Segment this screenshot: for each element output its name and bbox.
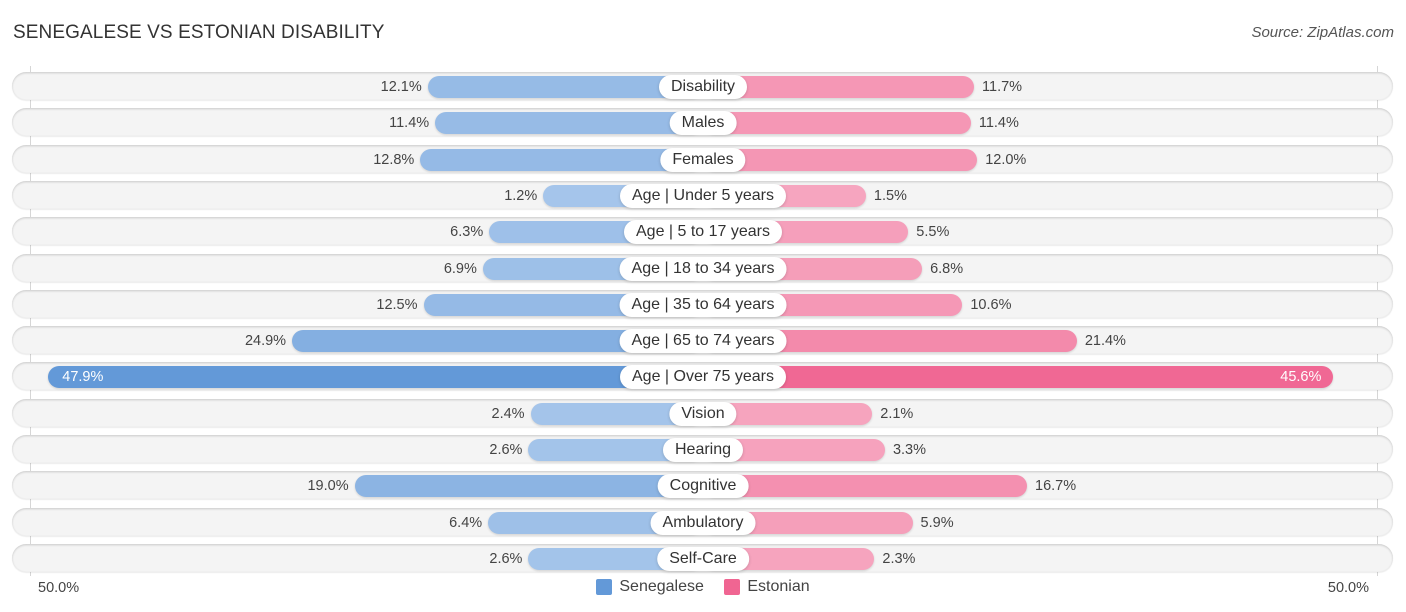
- value-label-estonian: 5.9%: [920, 514, 954, 531]
- value-label-estonian: 45.6%: [1280, 369, 1322, 386]
- legend-swatch-senegalese: [596, 579, 613, 595]
- bar-senegalese[interactable]: [435, 112, 703, 135]
- legend-swatch-estonian: [724, 579, 741, 595]
- value-label-senegalese: 47.9%: [62, 369, 104, 386]
- chart-row: 2.6% 2.3% Self-Care: [12, 543, 1393, 574]
- value-label-senegalese: 6.9%: [443, 260, 477, 277]
- value-label-estonian: 6.8%: [930, 260, 964, 277]
- value-label-senegalese: 2.4%: [491, 405, 525, 422]
- category-label: Cognitive: [657, 474, 749, 499]
- value-label-estonian: 3.3%: [892, 442, 927, 458]
- value-label-senegalese: 6.3%: [450, 224, 484, 241]
- chart-row: 12.1% 11.7% Disability: [12, 72, 1393, 102]
- bar-estonian[interactable]: [703, 112, 971, 135]
- category-label: Age | 18 to 34 years: [619, 256, 787, 281]
- chart-row: 6.4% 5.9% Ambulatory: [12, 507, 1393, 538]
- value-label-senegalese: 2.6%: [489, 442, 523, 458]
- chart-row: 24.9% 21.4% Age | 65 to 74 years: [12, 326, 1393, 356]
- chart-row: 1.2% 1.5% Age | Under 5 years: [12, 180, 1393, 211]
- legend-item-estonian: Estonian: [724, 578, 810, 596]
- chart-row: 2.6% 3.3% Hearing: [12, 435, 1393, 465]
- chart-row: 6.9% 6.8% Age | 18 to 34 years: [12, 253, 1393, 284]
- legend: Senegalese Estonian: [0, 578, 1406, 600]
- category-label: Disability: [658, 75, 748, 99]
- value-label-estonian: 11.7%: [982, 79, 1023, 95]
- value-label-senegalese: 19.0%: [307, 478, 349, 495]
- value-label-estonian: 1.5%: [873, 187, 907, 204]
- category-label: Hearing: [662, 438, 744, 462]
- value-label-senegalese: 12.8%: [373, 151, 415, 168]
- value-label-senegalese: 24.9%: [244, 333, 287, 350]
- legend-label-estonian: Estonian: [747, 578, 810, 595]
- source-credit: Source: ZipAtlas.com: [1251, 24, 1394, 41]
- chart-row: 6.3% 5.5% Age | 5 to 17 years: [12, 217, 1393, 247]
- value-label-estonian: 16.7%: [1035, 478, 1077, 495]
- value-label-senegalese: 11.4%: [389, 115, 430, 132]
- category-label: Ambulatory: [650, 510, 756, 535]
- value-label-senegalese: 6.4%: [449, 514, 483, 531]
- chart-row: 47.9% 45.6% Age | Over 75 years: [12, 362, 1393, 392]
- value-label-estonian: 5.5%: [916, 224, 950, 241]
- bar-senegalese[interactable]: [48, 366, 703, 389]
- category-label: Age | Over 75 years: [620, 365, 786, 390]
- category-label: Self-Care: [657, 546, 749, 571]
- category-label: Females: [660, 147, 746, 172]
- category-label: Age | Under 5 years: [619, 183, 787, 208]
- category-label: Age | 65 to 74 years: [619, 329, 787, 354]
- value-label-senegalese: 12.1%: [380, 79, 422, 95]
- value-label-estonian: 10.6%: [970, 296, 1012, 313]
- value-label-senegalese: 12.5%: [376, 296, 418, 313]
- chart-row: 11.4% 11.4% Males: [12, 108, 1393, 138]
- value-label-estonian: 21.4%: [1084, 333, 1126, 350]
- legend-label-senegalese: Senegalese: [619, 578, 704, 595]
- chart-row: 12.8% 12.0% Females: [12, 144, 1393, 175]
- value-label-estonian: 2.1%: [880, 405, 914, 422]
- value-label-estonian: 11.4%: [978, 115, 1019, 132]
- chart-row: 19.0% 16.7% Cognitive: [12, 471, 1393, 501]
- chart-row: 12.5% 10.6% Age | 35 to 64 years: [12, 289, 1393, 320]
- category-label: Age | 5 to 17 years: [623, 220, 783, 245]
- value-label-senegalese: 1.2%: [504, 187, 538, 204]
- chart-title: SENEGALESE VS ESTONIAN DISABILITY: [13, 22, 385, 43]
- bar-estonian[interactable]: [703, 366, 1334, 389]
- chart-row: 2.4% 2.1% Vision: [12, 398, 1393, 429]
- value-label-estonian: 12.0%: [985, 151, 1027, 168]
- bar-estonian[interactable]: [703, 475, 1028, 498]
- category-label: Males: [669, 111, 737, 136]
- bar-senegalese[interactable]: [354, 475, 703, 498]
- value-label-senegalese: 2.6%: [489, 550, 523, 567]
- value-label-estonian: 2.3%: [882, 550, 916, 567]
- category-label: Age | 35 to 64 years: [619, 292, 787, 317]
- legend-item-senegalese: Senegalese: [596, 578, 704, 596]
- category-label: Vision: [669, 401, 737, 426]
